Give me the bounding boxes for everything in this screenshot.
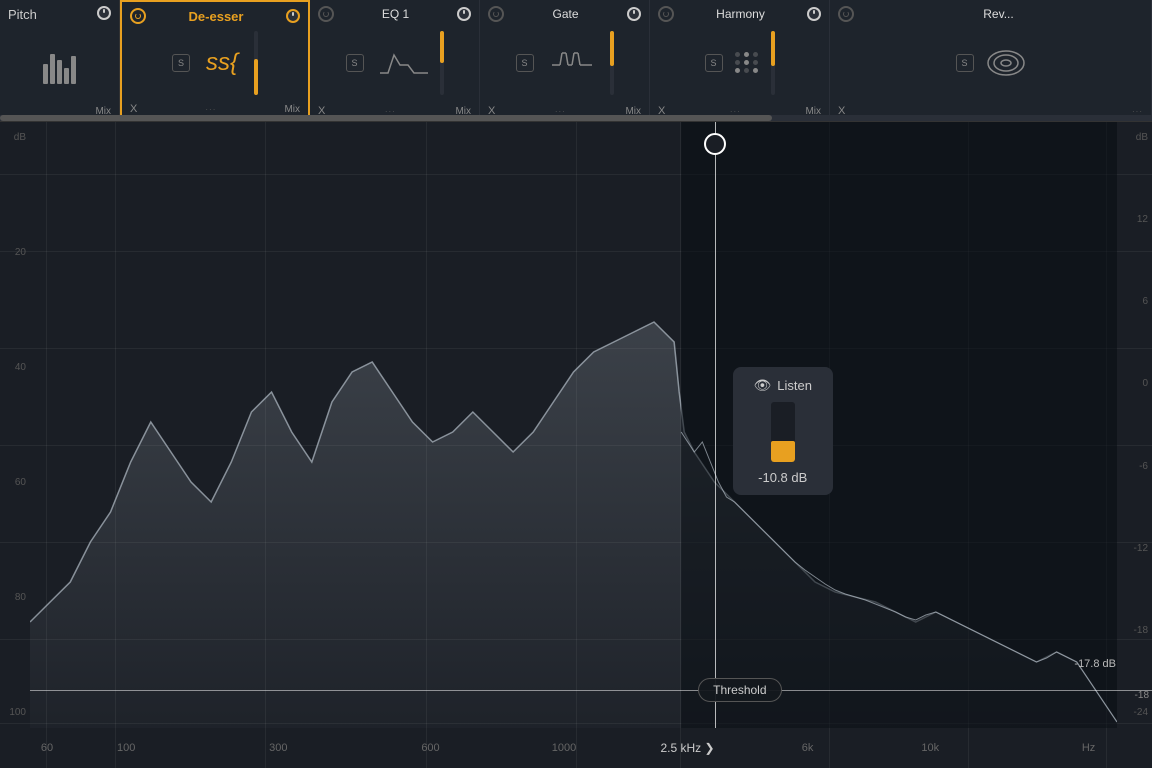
db-label-0: 0 (1121, 378, 1148, 389)
db-label-80: 80 (4, 592, 26, 603)
freq-label-hz: Hz (1082, 742, 1095, 754)
eq1-power-btn[interactable] (318, 6, 334, 22)
freq-label-1000: 1000 (552, 742, 576, 754)
eq1-title: EQ 1 (334, 7, 457, 21)
harmony-fader[interactable] (771, 31, 775, 95)
freq-label-300: 300 (269, 742, 287, 754)
db-label-20: 20 (4, 247, 26, 258)
threshold-db-label: -17.8 dB (1074, 658, 1116, 670)
reverb-power-btn[interactable] (838, 6, 854, 22)
freq-labels: 60 100 300 600 1000 2.5 kHz ❯ 6k 10k Hz (30, 728, 1117, 768)
plugin-slot-deesser[interactable]: De-esser S ss{ X ··· Mix (120, 0, 310, 121)
db-label-60: 60 (4, 477, 26, 488)
db-labels-right: dB 12 6 0 -6 -12 -18 -24 (1117, 122, 1152, 728)
listen-label-container: 👁 Listen (753, 377, 811, 394)
listen-meter (771, 402, 795, 462)
threshold-db-label2: -18 (1135, 690, 1149, 701)
freq-label-600: 600 (421, 742, 439, 754)
plugin-slot-pitch[interactable]: Pitch Mix (0, 0, 120, 121)
gate-knob[interactable] (627, 7, 641, 21)
db-label-6: 6 (1121, 296, 1148, 307)
deesser-icon: ss{ (206, 49, 238, 77)
db-label-40: 40 (4, 362, 26, 373)
freq-label-100: 100 (117, 742, 135, 754)
db-label-100: 100 (4, 707, 26, 718)
threshold-handle[interactable] (704, 133, 726, 155)
db-label-neg18: -18 (1121, 625, 1148, 636)
plugin-slot-gate[interactable]: Gate S X ··· Mix (480, 0, 650, 121)
gate-power-btn[interactable] (488, 6, 504, 22)
db-label-neg6: -6 (1121, 461, 1148, 472)
harmony-icon (735, 52, 759, 73)
listen-meter-fill (771, 441, 795, 462)
db-label-top-left: dB (4, 132, 26, 143)
deesser-dots: ··· (205, 105, 216, 114)
deesser-mix-label: Mix (284, 104, 300, 115)
harmony-title: Harmony (674, 7, 807, 21)
listen-ear-icon: 👁 (753, 377, 771, 394)
gate-icon (546, 45, 598, 81)
pitch-icon (43, 54, 76, 84)
deesser-x-btn[interactable]: X (130, 103, 137, 115)
listen-text: Listen (777, 378, 812, 393)
plugin-slot-reverb[interactable]: Rev... S X ··· (830, 0, 1152, 121)
threshold-label: Threshold (713, 683, 766, 697)
plugin-bar-scrollbar[interactable] (0, 115, 1152, 121)
eq1-fader[interactable] (440, 31, 444, 95)
db-label-12: 12 (1121, 214, 1148, 225)
deesser-knob[interactable] (286, 9, 300, 23)
deesser-s-badge[interactable]: S (172, 54, 190, 72)
listen-db-value: -10.8 dB (758, 470, 807, 485)
harmony-power-btn[interactable] (658, 6, 674, 22)
plugin-bar: Pitch Mix De-esser S ss{ (0, 0, 1152, 122)
deesser-title: De-esser (146, 9, 286, 24)
threshold-pill[interactable]: Threshold (698, 678, 781, 702)
gate-s-badge[interactable]: S (516, 54, 534, 72)
gate-fader[interactable] (610, 31, 614, 95)
harmony-knob[interactable] (807, 7, 821, 21)
plugin-slot-eq1[interactable]: EQ 1 S X ··· Mix (310, 0, 480, 121)
db-labels-left: dB 20 40 60 80 100 (0, 122, 30, 728)
db-label-top-right: dB (1121, 132, 1148, 143)
reverb-s-badge[interactable]: S (956, 54, 974, 72)
scrollbar-thumb[interactable] (0, 115, 772, 121)
freq-label-6k: 6k (802, 742, 814, 754)
eq1-icon (376, 45, 428, 81)
reverb-title: Rev... (854, 7, 1143, 21)
deesser-power-btn[interactable] (130, 8, 146, 24)
pitch-knob[interactable] (97, 6, 111, 20)
gate-title: Gate (504, 7, 627, 21)
listen-tooltip: 👁 Listen -10.8 dB (733, 367, 833, 495)
spectrum-display (30, 122, 1117, 728)
eq1-knob[interactable] (457, 7, 471, 21)
db-label-neg24: -24 (1121, 707, 1148, 718)
freq-label-10k: 10k (921, 742, 939, 754)
reverb-icon (986, 45, 1026, 81)
db-label-neg12: -12 (1121, 543, 1148, 554)
freq-label-2500hz: 2.5 kHz ❯ (660, 741, 714, 755)
threshold-line (30, 690, 1152, 691)
deesser-fader[interactable] (254, 31, 258, 95)
threshold-vline (715, 122, 716, 728)
main-display: dB 20 40 60 80 100 dB 12 6 0 -6 -12 -18 … (0, 122, 1152, 768)
eq1-s-badge[interactable]: S (346, 54, 364, 72)
harmony-s-badge[interactable]: S (705, 54, 723, 72)
plugin-slot-harmony[interactable]: Harmony S X ··· Mix (650, 0, 830, 121)
freq-label-60: 60 (41, 742, 53, 754)
pitch-title: Pitch (8, 7, 37, 22)
